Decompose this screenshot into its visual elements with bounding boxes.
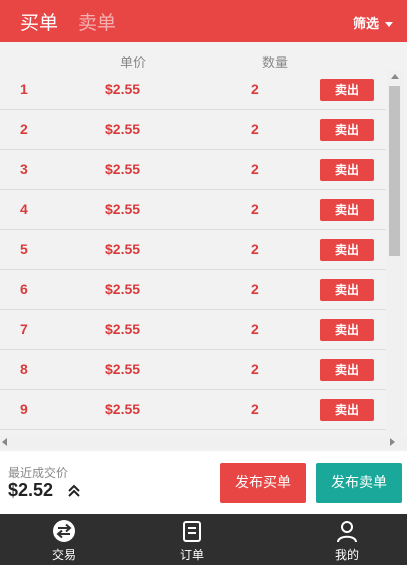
row-price: $2.55 xyxy=(105,81,141,97)
scroll-up-icon[interactable] xyxy=(391,74,399,79)
last-price-label: 最近成交价 xyxy=(8,466,69,480)
row-price: $2.55 xyxy=(105,361,141,377)
swap-icon xyxy=(53,520,75,542)
nav-item-trade[interactable]: 交易 xyxy=(19,514,109,565)
row-price: $2.55 xyxy=(105,281,141,297)
row-index: 7 xyxy=(20,321,28,337)
row-price: $2.55 xyxy=(105,321,141,337)
nav-label-orders: 订单 xyxy=(179,548,204,562)
last-price-value: $2.52 xyxy=(8,480,54,500)
table-row: 1 $2.55 2 卖出 xyxy=(0,70,386,110)
vertical-scrollbar[interactable] xyxy=(387,70,403,435)
row-quantity: 2 xyxy=(251,321,259,337)
table-row: 2 $2.55 2 卖出 xyxy=(0,110,386,150)
column-header-price: 单价 xyxy=(120,56,147,71)
sell-button[interactable]: 卖出 xyxy=(320,319,374,341)
sell-button[interactable]: 卖出 xyxy=(320,79,374,101)
bottom-navigation: 交易 订单 我的 xyxy=(0,514,407,565)
row-quantity: 2 xyxy=(251,401,259,417)
sell-button[interactable]: 卖出 xyxy=(320,279,374,301)
row-index: 1 xyxy=(20,81,28,97)
row-index: 5 xyxy=(20,241,28,257)
orders-icon xyxy=(183,521,201,542)
row-quantity: 2 xyxy=(251,281,259,297)
filter-label: 筛选 xyxy=(352,17,379,32)
order-list: 1 $2.55 2 卖出 2 $2.55 2 卖出 3 $2.55 2 卖出 4… xyxy=(0,70,386,430)
row-quantity: 2 xyxy=(251,201,259,217)
caret-down-icon xyxy=(385,22,393,27)
row-price: $2.55 xyxy=(105,161,141,177)
chevron-double-up-icon[interactable] xyxy=(67,484,81,498)
row-quantity: 2 xyxy=(251,241,259,257)
nav-item-profile[interactable]: 我的 xyxy=(302,514,392,565)
row-price: $2.55 xyxy=(105,121,141,137)
table-row: 3 $2.55 2 卖出 xyxy=(0,150,386,190)
trade-summary-bar: 最近成交价 $2.52 发布买单 发布卖单 xyxy=(0,451,407,514)
row-index: 9 xyxy=(20,401,28,417)
row-index: 8 xyxy=(20,361,28,377)
row-price: $2.55 xyxy=(105,401,141,417)
scroll-left-icon[interactable] xyxy=(2,438,7,446)
nav-label-profile: 我的 xyxy=(334,548,359,562)
sell-button[interactable]: 卖出 xyxy=(320,239,374,261)
horizontal-scrollbar[interactable] xyxy=(0,435,407,449)
row-quantity: 2 xyxy=(251,361,259,377)
row-quantity: 2 xyxy=(251,121,259,137)
row-price: $2.55 xyxy=(105,241,141,257)
sell-button[interactable]: 卖出 xyxy=(320,159,374,181)
table-row: 6 $2.55 2 卖出 xyxy=(0,270,386,310)
row-index: 6 xyxy=(20,281,28,297)
top-bar: 买单 卖单 筛选 xyxy=(0,0,407,42)
row-quantity: 2 xyxy=(251,81,259,97)
row-index: 4 xyxy=(20,201,28,217)
row-price: $2.55 xyxy=(105,201,141,217)
table-row: 5 $2.55 2 卖出 xyxy=(0,230,386,270)
publish-sell-order-button[interactable]: 发布卖单 xyxy=(316,463,402,503)
table-row: 9 $2.55 2 卖出 xyxy=(0,390,386,430)
sell-button[interactable]: 卖出 xyxy=(320,119,374,141)
scroll-right-icon[interactable] xyxy=(390,438,395,446)
row-quantity: 2 xyxy=(251,161,259,177)
row-index: 3 xyxy=(20,161,28,177)
tab-buy-orders[interactable]: 买单 xyxy=(20,8,58,35)
nav-item-orders[interactable]: 订单 xyxy=(147,514,237,565)
table-row: 4 $2.55 2 卖出 xyxy=(0,190,386,230)
tab-sell-orders[interactable]: 卖单 xyxy=(78,8,116,35)
table-row: 7 $2.55 2 卖出 xyxy=(0,310,386,350)
scrollbar-thumb[interactable] xyxy=(389,86,400,256)
table-row: 8 $2.55 2 卖出 xyxy=(0,350,386,390)
row-index: 2 xyxy=(20,121,28,137)
filter-dropdown[interactable]: 筛选 xyxy=(353,13,393,32)
publish-buy-order-button[interactable]: 发布买单 xyxy=(220,463,306,503)
column-header-quantity: 数量 xyxy=(262,56,289,71)
sell-button[interactable]: 卖出 xyxy=(320,359,374,381)
profile-icon xyxy=(337,521,357,543)
sell-button[interactable]: 卖出 xyxy=(320,199,374,221)
nav-label-trade: 交易 xyxy=(51,548,76,562)
sell-button[interactable]: 卖出 xyxy=(320,399,374,421)
